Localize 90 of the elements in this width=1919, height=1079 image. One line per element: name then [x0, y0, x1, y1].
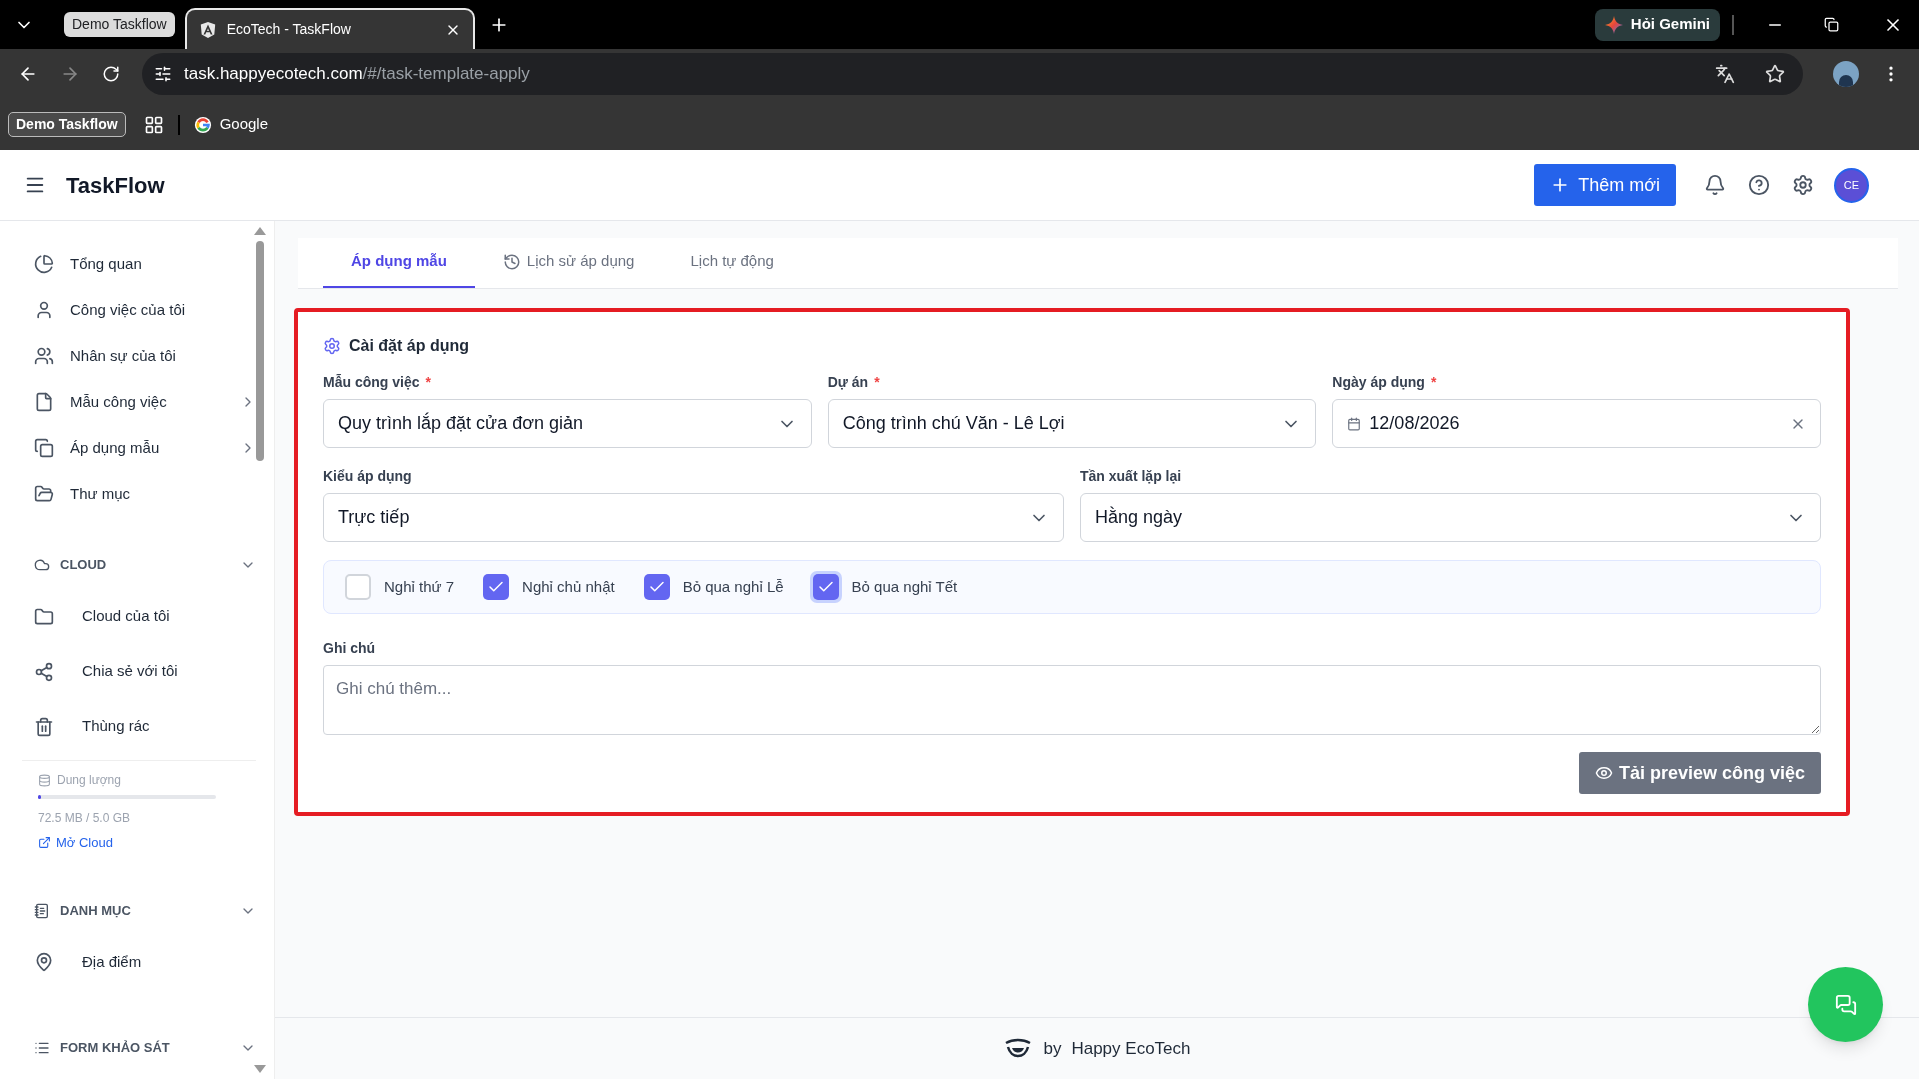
checkbox-option[interactable]: Bỏ qua nghỉ Lễ	[640, 571, 784, 603]
copy-icon	[34, 438, 54, 458]
restore-icon[interactable]	[1824, 17, 1839, 32]
bookmark-group-chip[interactable]: Demo Taskflow	[8, 112, 126, 137]
note-field[interactable]: Ghi chú thêm...	[323, 665, 1821, 735]
address-bar[interactable]: task.happyecotech.com/#/task-template-apply	[142, 53, 1803, 95]
eye-icon	[1594, 764, 1613, 782]
footer-brand: Happy EcoTech	[1071, 1037, 1191, 1060]
sidebar-item[interactable]: Chia sẻ với tôi	[82, 660, 178, 683]
reload-icon[interactable]	[102, 65, 120, 83]
field-label: Mẫu công việc	[323, 373, 420, 392]
section-header[interactable]: DANH MỤC	[34, 886, 256, 935]
checkbox[interactable]	[483, 574, 510, 600]
storage-label: Dung lượng	[57, 772, 121, 789]
sidebar-item[interactable]: Mẫu công việc	[70, 390, 224, 414]
file-icon	[34, 392, 54, 412]
select-field[interactable]: Hằng ngày	[1080, 493, 1821, 542]
storage-reading: 72.5 MB / 5.0 GB	[38, 810, 132, 827]
folder-icon	[34, 606, 54, 627]
checkbox-option[interactable]: Bỏ qua nghỉ Tết	[809, 571, 958, 603]
tab-title: EcoTech - TaskFlow	[226, 20, 352, 39]
select-field[interactable]: Quy trình lắp đặt cửa đơn giản	[323, 399, 812, 448]
select-field[interactable]: Trực tiếp	[323, 493, 1064, 542]
add-new-button[interactable]: Thêm mới	[1534, 164, 1676, 206]
checkbox[interactable]	[812, 574, 839, 600]
field-label: Ghi chú	[323, 639, 377, 658]
help-icon[interactable]	[1748, 174, 1770, 196]
sidebar-item[interactable]: Địa điểm	[82, 950, 142, 974]
star-icon[interactable]	[1765, 64, 1785, 84]
tab[interactable]: Lịch tự động	[662, 237, 802, 288]
field-label: Ngày áp dụng	[1332, 373, 1425, 392]
required-mark: *	[1430, 373, 1437, 392]
sidebar-item[interactable]: Nhân sự của tôi	[70, 344, 256, 368]
field-label: Tần xuất lặp lại	[1080, 467, 1182, 486]
required-mark: *	[874, 373, 880, 392]
user-avatar[interactable]: CE	[1834, 167, 1869, 203]
tab-group-chip[interactable]: Demo Taskflow	[64, 12, 175, 37]
database-icon	[38, 773, 51, 787]
site-settings-icon[interactable]	[154, 65, 172, 83]
scrollbar[interactable]	[254, 227, 266, 1073]
sidebar-item[interactable]: Tổng quan	[70, 252, 256, 276]
sidebar-item[interactable]: Thùng rác	[82, 715, 150, 738]
user-icon	[34, 300, 54, 320]
section-header[interactable]: CLOUD	[34, 541, 256, 589]
pie-chart-icon	[34, 254, 54, 274]
sidebar-item[interactable]: Thư mục	[70, 482, 256, 506]
sparkle-icon	[1604, 15, 1623, 34]
translate-icon[interactable]	[1715, 64, 1735, 84]
google-logo-icon	[193, 115, 212, 134]
bookmark-link[interactable]: Google	[193, 113, 269, 136]
date-field[interactable]: 12/08/2026	[1332, 399, 1821, 448]
tab[interactable]: Áp dụng mẫu	[323, 237, 475, 288]
folder-icon	[34, 484, 54, 504]
browser-tab[interactable]: EcoTech - TaskFlow	[184, 8, 475, 49]
map-pin-icon	[34, 952, 54, 972]
open-cloud-link[interactable]: Mở Cloud	[38, 833, 256, 853]
share-icon	[34, 661, 54, 682]
bell-icon[interactable]	[1704, 174, 1726, 196]
apps-icon[interactable]	[143, 114, 164, 135]
external-link-icon	[38, 836, 51, 850]
book-icon	[34, 902, 50, 919]
calendar-icon	[1347, 416, 1362, 431]
sidebar-item[interactable]: Công việc của tôi	[70, 298, 256, 322]
footer-by: by	[1043, 1037, 1062, 1060]
settings-icon	[323, 337, 341, 355]
app-title: TaskFlow	[66, 171, 165, 200]
profile-avatar[interactable]	[1833, 61, 1859, 87]
trash-icon	[34, 716, 54, 737]
history-icon	[502, 252, 521, 271]
card-title: Cài đặt áp dụng	[349, 336, 469, 356]
gemini-button[interactable]: Hỏi Gemini	[1594, 8, 1720, 41]
chat-icon	[1834, 993, 1857, 1016]
angular-logo-icon	[198, 20, 217, 39]
required-mark: *	[425, 373, 431, 392]
field-label: Kiểu áp dụng	[323, 467, 412, 486]
select-field[interactable]: Công trình chú Văn - Lê Lợi	[827, 399, 1317, 448]
cloud-icon	[34, 557, 50, 573]
sidebar-item[interactable]: Áp dụng mẫu	[70, 436, 224, 460]
field-label: Dự án	[827, 373, 869, 392]
url-text: task.happyecotech.com/#/task-template-apply	[184, 63, 530, 86]
section-header[interactable]: FORM KHẢO SÁT	[34, 1023, 256, 1072]
checkbox[interactable]	[345, 574, 371, 600]
settings-icon[interactable]	[1792, 174, 1814, 196]
users-icon	[34, 346, 54, 366]
checkbox-option[interactable]: Nghỉ chủ nhật	[480, 571, 615, 603]
checkbox[interactable]	[643, 574, 670, 600]
tab[interactable]: Lịch sử áp dụng	[474, 237, 663, 288]
preview-button[interactable]: Tải preview công việc	[1578, 752, 1821, 794]
checkbox-option[interactable]: Nghỉ thứ 7	[342, 571, 455, 603]
sidebar-item[interactable]: Cloud của tôi	[82, 605, 170, 628]
